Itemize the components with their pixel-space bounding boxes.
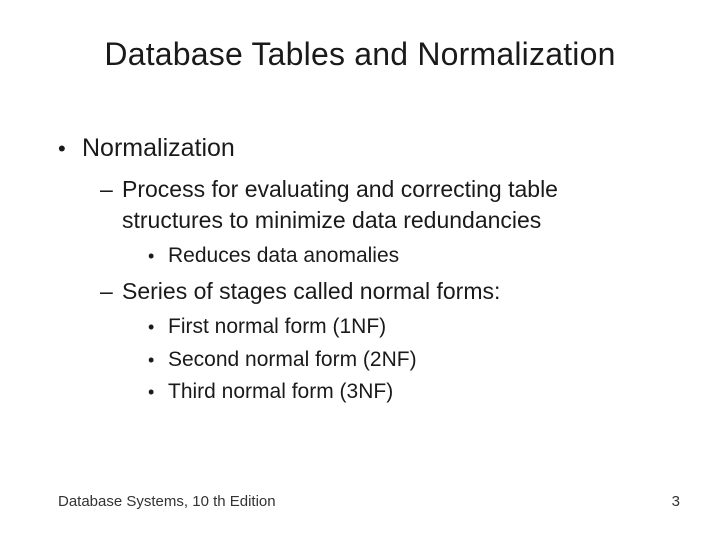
subbullet-text: Process for evaluating and correcting ta… [122, 174, 662, 236]
subsub-reduces: Reduces data anomalies [148, 244, 399, 267]
slide-title: Database Tables and Normalization [0, 36, 720, 73]
subsub-2nf: Second normal form (2NF) [148, 348, 417, 371]
slide-body: Normalization – Process for evaluating a… [58, 132, 662, 412]
dash-icon: – [100, 276, 122, 307]
subbullet-text: Series of stages called normal forms: [122, 276, 662, 307]
page-number: 3 [672, 493, 680, 510]
dash-icon: – [100, 174, 122, 236]
subsub-text: Reduces data anomalies [168, 244, 399, 267]
subsub-text: Second normal form (2NF) [168, 348, 417, 371]
footer-source: Database Systems, 10 th Edition [58, 493, 276, 510]
subbullet-process: – Process for evaluating and correcting … [100, 174, 662, 236]
slide: Database Tables and Normalization Normal… [0, 0, 720, 540]
subsub-text: First normal form (1NF) [168, 315, 386, 338]
subsub-text: Third normal form (3NF) [168, 380, 393, 403]
subsub-1nf: First normal form (1NF) [148, 315, 386, 338]
subbullet-stages: – Series of stages called normal forms: [100, 276, 662, 307]
bullet-text: Normalization [82, 134, 235, 162]
bullet-normalization: Normalization [58, 134, 235, 162]
subsub-3nf: Third normal form (3NF) [148, 380, 393, 403]
